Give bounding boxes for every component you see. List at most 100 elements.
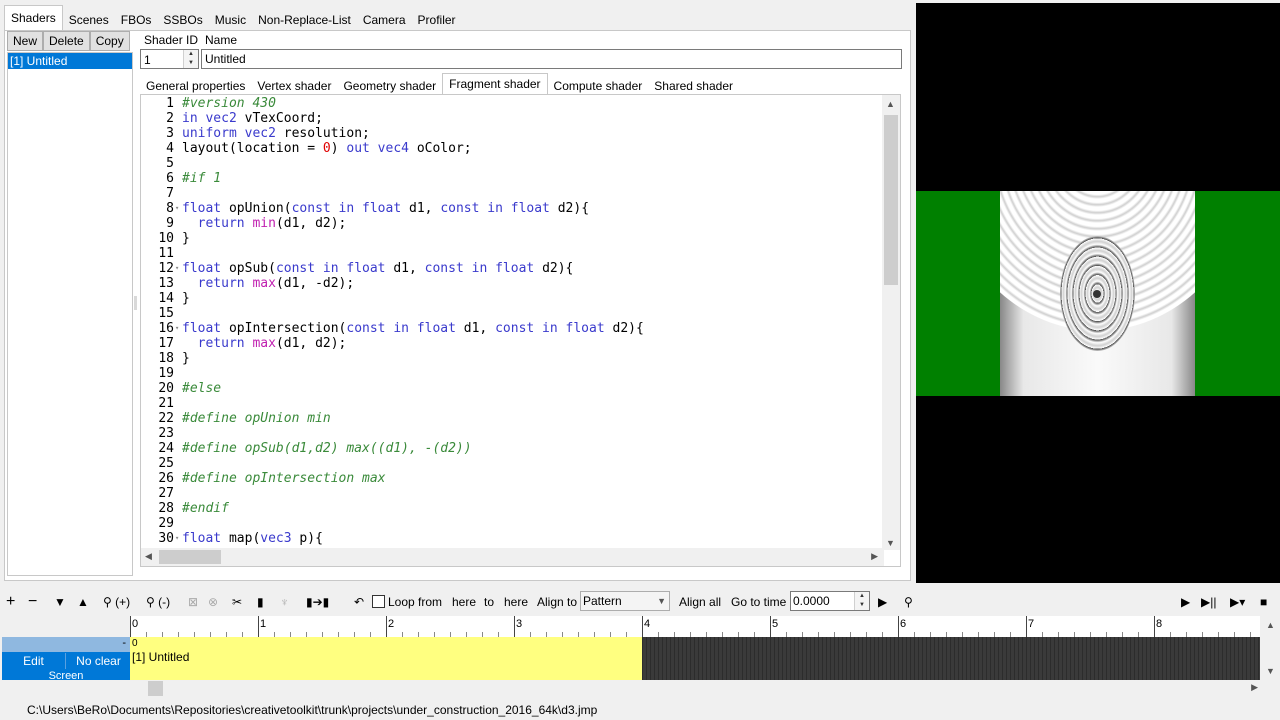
fold-marker-icon[interactable]: ▾ xyxy=(175,261,181,276)
tab-music[interactable]: Music xyxy=(209,7,252,31)
code-line[interactable]: 17 return max(d1, d2); xyxy=(141,336,881,351)
time-ruler[interactable]: 0 1 2 3 4 5 6 7 8 xyxy=(130,616,1260,638)
code-line[interactable]: 8 ▾ float opUnion(const in float d1, const… xyxy=(141,201,881,216)
shader-list[interactable]: [1] Untitled xyxy=(7,52,133,576)
code-line[interactable]: 18} xyxy=(141,351,881,366)
move-up-icon[interactable]: ▲ xyxy=(77,593,89,611)
tab-shared-shader[interactable]: Shared shader xyxy=(648,75,739,95)
undo-icon[interactable]: ↶ xyxy=(354,593,364,611)
splitter-handle[interactable] xyxy=(134,296,137,310)
tab-fragment-shader[interactable]: Fragment shader xyxy=(442,73,548,95)
remove-icon[interactable]: − xyxy=(28,593,37,611)
code-line[interactable]: 20 #else xyxy=(141,381,881,396)
disabled-target-icon[interactable]: ⊗ xyxy=(208,593,218,611)
collapse-track-button[interactable]: - xyxy=(122,637,126,649)
fold-marker-icon[interactable]: ▾ xyxy=(175,531,181,546)
editor-hscroll-thumb[interactable] xyxy=(159,550,221,564)
go-icon[interactable]: ▶ xyxy=(878,593,887,611)
disabled-stamp-icon[interactable]: ♆ xyxy=(280,593,289,611)
stop-icon[interactable]: ■ xyxy=(1260,593,1267,611)
tab-shaders[interactable]: Shaders xyxy=(4,5,63,31)
time-spin-buttons[interactable]: ▲ ▼ xyxy=(854,592,869,610)
scroll-up-icon[interactable]: ▲ xyxy=(886,99,895,109)
fold-marker-icon[interactable]: ▾ xyxy=(175,201,181,216)
tab-compute-shader[interactable]: Compute shader xyxy=(548,75,649,95)
play-icon[interactable]: ▶ xyxy=(1181,593,1190,611)
tab-fbos[interactable]: FBOs xyxy=(115,7,158,31)
code-editor[interactable]: 1 #version 430 2 in vec2 vTexCoord; 3 uniform… xyxy=(140,94,901,567)
spin-up-icon[interactable]: ▲ xyxy=(855,592,869,601)
zoom-out-button[interactable]: ⚲ (-) xyxy=(146,593,170,611)
code-line[interactable]: 22 #define opUnion min xyxy=(141,411,881,426)
code-line[interactable]: 5 xyxy=(141,156,881,171)
zoom-in-button[interactable]: ⚲ (+) xyxy=(103,593,130,611)
code-line[interactable]: 30 ▾ float map(vec3 p){ xyxy=(141,531,881,546)
go-to-time-button[interactable]: Go to time xyxy=(731,593,786,611)
loop-from-here-button[interactable]: here xyxy=(452,593,476,611)
code-line[interactable]: 12 ▾ float opSub(const in float d1, const … xyxy=(141,261,881,276)
align-to-select[interactable]: Pattern ▼ xyxy=(580,591,670,611)
shader-id-spin-buttons[interactable]: ▲ ▼ xyxy=(183,50,198,68)
scroll-right-icon[interactable]: ▶ xyxy=(871,551,878,562)
add-icon[interactable]: + xyxy=(6,593,15,611)
tab-scenes[interactable]: Scenes xyxy=(63,7,115,31)
code-line[interactable]: 13 return max(d1, -d2); xyxy=(141,276,881,291)
tab-non-replace-list[interactable]: Non-Replace-List xyxy=(252,7,357,31)
scroll-right-icon[interactable]: ▶ xyxy=(1251,682,1258,693)
new-button[interactable]: New xyxy=(7,31,44,51)
code-line[interactable]: 3 uniform vec2 resolution; xyxy=(141,126,881,141)
edit-track-button[interactable]: Edit xyxy=(2,653,66,669)
code-line[interactable]: 9 return min(d1, d2); xyxy=(141,216,881,231)
time-spinbox[interactable]: 0.0000 ▲ ▼ xyxy=(790,591,870,611)
code-line[interactable]: 4 layout(location = 0) out vec4 oColor; xyxy=(141,141,881,156)
code-line[interactable]: 11 xyxy=(141,246,881,261)
scroll-up-icon[interactable]: ▲ xyxy=(1266,620,1275,630)
spin-up-icon[interactable]: ▲ xyxy=(184,50,198,59)
search-icon[interactable]: ⚲ xyxy=(904,593,913,611)
code-line[interactable]: 28 #endif xyxy=(141,501,881,516)
spin-down-icon[interactable]: ▼ xyxy=(855,601,869,610)
timeline-horizontal-scrollbar[interactable]: ▶ xyxy=(130,680,1260,697)
cut-icon[interactable]: ✂ xyxy=(232,593,242,611)
loop-checkbox-wrapper[interactable]: Loop from xyxy=(372,593,442,611)
code-line[interactable]: 6 #if 1 xyxy=(141,171,881,186)
code-line[interactable]: 25 xyxy=(141,456,881,471)
copy-to-clipboard-icon[interactable]: ▮➔▮ xyxy=(306,593,329,611)
code-line[interactable]: 2 in vec2 vTexCoord; xyxy=(141,111,881,126)
tab-general-properties[interactable]: General properties xyxy=(140,75,251,95)
move-down-icon[interactable]: ▼ xyxy=(54,593,66,611)
scroll-left-icon[interactable]: ◀ xyxy=(145,551,152,562)
code-line[interactable]: 10} xyxy=(141,231,881,246)
loop-checkbox[interactable] xyxy=(372,595,385,608)
align-all-button[interactable]: Align all xyxy=(679,593,721,611)
code-line[interactable]: 19 xyxy=(141,366,881,381)
tab-ssbos[interactable]: SSBOs xyxy=(157,7,208,31)
code-line[interactable]: 26 #define opIntersection max xyxy=(141,471,881,486)
copy-button[interactable]: Copy xyxy=(89,31,130,51)
timeline-hscroll-thumb[interactable] xyxy=(148,681,163,696)
code-line[interactable]: 16 ▾ float opIntersection(const in float d… xyxy=(141,321,881,336)
code-line[interactable]: 7 xyxy=(141,186,881,201)
no-clear-button[interactable]: No clear xyxy=(67,653,130,669)
code-line[interactable]: 14} xyxy=(141,291,881,306)
timeline-vertical-scrollbar[interactable]: ▲ ▼ xyxy=(1262,616,1279,680)
delete-button[interactable]: Delete xyxy=(43,31,90,51)
code-line[interactable]: 1 #version 430 xyxy=(141,96,881,111)
play-pause-icon[interactable]: ▶|| xyxy=(1201,593,1216,611)
shader-name-field[interactable] xyxy=(201,49,902,69)
tab-vertex-shader[interactable]: Vertex shader xyxy=(251,75,337,95)
code-line[interactable]: 29 xyxy=(141,516,881,531)
timeline-clip[interactable]: 0 [1] Untitled xyxy=(130,637,642,680)
editor-vertical-scrollbar[interactable]: ▲ ▼ xyxy=(882,95,900,550)
code-lines[interactable]: 1 #version 430 2 in vec2 vTexCoord; 3 uniform… xyxy=(141,96,881,546)
tab-geometry-shader[interactable]: Geometry shader xyxy=(337,75,442,95)
disabled-grid-icon[interactable]: ⊠ xyxy=(188,593,198,611)
list-item[interactable]: [1] Untitled xyxy=(8,53,132,69)
code-line[interactable]: 21 xyxy=(141,396,881,411)
render-preview[interactable] xyxy=(916,3,1280,583)
shader-id-spinbox[interactable]: 1 ▲ ▼ xyxy=(140,49,199,69)
loop-to-here-button[interactable]: here xyxy=(504,593,528,611)
track-area[interactable]: 0 [1] Untitled xyxy=(130,637,1260,680)
code-line[interactable]: 24 #define opSub(d1,d2) max((d1), -(d2)) xyxy=(141,441,881,456)
scroll-down-icon[interactable]: ▼ xyxy=(886,538,895,548)
